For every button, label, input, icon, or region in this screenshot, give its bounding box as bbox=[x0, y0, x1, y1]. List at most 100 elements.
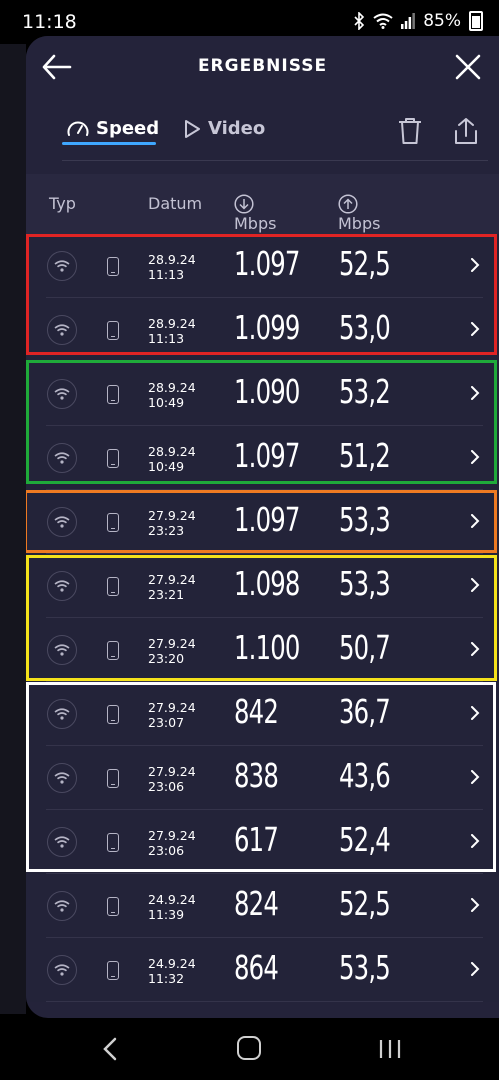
row-divider bbox=[46, 1001, 483, 1002]
play-icon bbox=[185, 119, 200, 138]
tab-divider bbox=[62, 160, 488, 161]
row-date: 24.9.24 bbox=[148, 956, 196, 971]
nav-recents-icon[interactable] bbox=[378, 1038, 402, 1060]
download-arrow-icon bbox=[234, 194, 254, 214]
phone-icon bbox=[107, 961, 119, 980]
connection-type-wifi bbox=[47, 571, 77, 601]
row-upload: 53,3 bbox=[339, 500, 391, 539]
row-date: 27.9.24 bbox=[148, 636, 196, 651]
column-download-label: Mbps bbox=[234, 214, 277, 233]
row-download: 838 bbox=[234, 756, 279, 795]
bluetooth-icon bbox=[354, 12, 365, 30]
row-time: 23:06 bbox=[148, 779, 185, 794]
connection-type-wifi bbox=[47, 379, 77, 409]
wifi-icon bbox=[54, 772, 70, 784]
row-download: 1.099 bbox=[234, 308, 300, 347]
result-row[interactable]: 27.9.24 23:07 842 36,7 bbox=[26, 682, 499, 746]
wifi-status-icon bbox=[373, 13, 393, 29]
speedometer-icon bbox=[67, 121, 89, 136]
row-download: 617 bbox=[234, 820, 279, 859]
result-row[interactable]: 28.9.24 10:49 1.097 51,2 bbox=[26, 426, 499, 490]
row-time: 23:07 bbox=[148, 715, 185, 730]
row-download: 842 bbox=[234, 692, 279, 731]
chevron-right-icon bbox=[471, 642, 480, 656]
row-upload: 43,6 bbox=[339, 756, 391, 795]
result-row[interactable]: 27.9.24 23:06 838 43,6 bbox=[26, 746, 499, 810]
connection-type-wifi bbox=[47, 251, 77, 281]
row-download: 1.097 bbox=[234, 500, 300, 539]
result-row[interactable]: 28.9.24 11:13 1.099 53,0 bbox=[26, 298, 499, 362]
row-upload: 53,0 bbox=[339, 308, 391, 347]
system-nav-bar bbox=[0, 1018, 499, 1080]
background-left bbox=[0, 44, 26, 1014]
row-date: 27.9.24 bbox=[148, 764, 196, 779]
row-download: 824 bbox=[234, 884, 279, 923]
row-date: 27.9.24 bbox=[148, 508, 196, 523]
result-row[interactable]: 28.9.24 10:49 1.090 53,2 bbox=[26, 362, 499, 426]
header: ERGEBNISSE bbox=[26, 36, 499, 98]
connection-type-wifi bbox=[47, 507, 77, 537]
nav-back-icon[interactable] bbox=[100, 1036, 120, 1062]
result-row[interactable]: 28.9.24 11:13 1.097 52,5 bbox=[26, 234, 499, 298]
share-icon[interactable] bbox=[452, 116, 480, 146]
row-time: 11:13 bbox=[148, 267, 185, 282]
results-sheet: ERGEBNISSE Speed Video Typ Datum Mbps Mb… bbox=[26, 36, 499, 1018]
row-date: 27.9.24 bbox=[148, 572, 196, 587]
phone-icon bbox=[107, 449, 119, 468]
row-time: 23:21 bbox=[148, 587, 185, 602]
row-date: 28.9.24 bbox=[148, 380, 196, 395]
wifi-icon bbox=[54, 516, 70, 528]
connection-type-wifi bbox=[47, 443, 77, 473]
wifi-icon bbox=[54, 580, 70, 592]
chevron-right-icon bbox=[471, 770, 480, 784]
tab-video-label: Video bbox=[208, 118, 266, 139]
row-download: 1.100 bbox=[234, 628, 300, 667]
row-time: 11:32 bbox=[148, 971, 185, 986]
result-row[interactable]: 24.9.24 11:32 864 53,5 bbox=[26, 938, 499, 1002]
row-time: 23:23 bbox=[148, 523, 185, 538]
row-download: 1.097 bbox=[234, 436, 300, 475]
row-upload: 53,2 bbox=[339, 372, 391, 411]
result-row[interactable]: 27.9.24 23:06 617 52,4 bbox=[26, 810, 499, 874]
row-date: 28.9.24 bbox=[148, 444, 196, 459]
row-download: 1.097 bbox=[234, 244, 300, 283]
row-time: 10:49 bbox=[148, 395, 185, 410]
close-icon[interactable] bbox=[453, 52, 483, 82]
phone-icon bbox=[107, 769, 119, 788]
trash-icon[interactable] bbox=[396, 116, 424, 146]
row-download: 864 bbox=[234, 948, 279, 987]
result-row[interactable]: 27.9.24 23:23 1.097 53,3 bbox=[26, 490, 499, 554]
phone-icon bbox=[107, 385, 119, 404]
nav-home-icon[interactable] bbox=[237, 1036, 261, 1060]
chevron-right-icon bbox=[471, 962, 480, 976]
chevron-right-icon bbox=[471, 706, 480, 720]
row-date: 28.9.24 bbox=[148, 316, 196, 331]
tab-speed[interactable]: Speed bbox=[66, 118, 159, 139]
row-time: 11:39 bbox=[148, 907, 185, 922]
result-row[interactable]: 27.9.24 23:21 1.098 53,3 bbox=[26, 554, 499, 618]
row-upload: 52,5 bbox=[339, 244, 391, 283]
row-upload: 53,5 bbox=[339, 948, 391, 987]
status-icons: 85% bbox=[353, 11, 483, 31]
wifi-icon bbox=[54, 964, 70, 976]
tab-speed-label: Speed bbox=[96, 118, 160, 139]
phone-icon bbox=[107, 705, 119, 724]
row-upload: 36,7 bbox=[339, 692, 391, 731]
chevron-right-icon bbox=[471, 578, 480, 592]
phone-icon bbox=[107, 897, 119, 916]
row-upload: 52,5 bbox=[339, 884, 391, 923]
battery-icon bbox=[469, 11, 483, 31]
status-time: 11:18 bbox=[22, 11, 77, 33]
connection-type-wifi bbox=[47, 763, 77, 793]
upload-arrow-icon bbox=[338, 194, 358, 214]
tab-video[interactable]: Video bbox=[182, 118, 265, 139]
chevron-right-icon bbox=[471, 898, 480, 912]
chevron-right-icon bbox=[471, 258, 480, 272]
phone-icon bbox=[107, 833, 119, 852]
connection-type-wifi bbox=[47, 827, 77, 857]
result-row[interactable]: 27.9.24 23:20 1.100 50,7 bbox=[26, 618, 499, 682]
row-download: 1.090 bbox=[234, 372, 300, 411]
chevron-right-icon bbox=[471, 386, 480, 400]
result-row[interactable]: 24.9.24 11:39 824 52,5 bbox=[26, 874, 499, 938]
phone-icon bbox=[107, 513, 119, 532]
